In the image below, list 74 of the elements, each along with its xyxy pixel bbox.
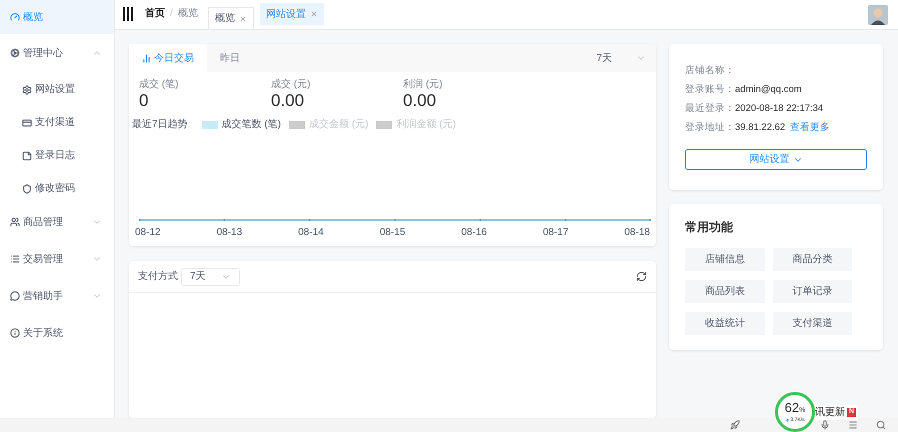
avatar[interactable] (868, 4, 888, 24)
info-icon (10, 328, 20, 338)
axis-label: 08-14 (298, 226, 324, 240)
range-select[interactable]: 7天 (596, 44, 646, 72)
close-icon[interactable] (310, 10, 318, 18)
stat-value: 0 (139, 91, 150, 111)
microphone-icon[interactable] (820, 420, 830, 430)
sidebar-item[interactable]: 商品管理 (0, 205, 114, 239)
gear-icon (22, 84, 32, 94)
page-tab[interactable]: 概览 (208, 7, 254, 29)
sidebar-item[interactable]: 管理中心 (0, 36, 114, 70)
stat-label: 成交 (笔) (139, 79, 180, 91)
breadcrumb-item: 概览 (178, 6, 198, 21)
stat-label: 利润 (元) (403, 79, 444, 91)
card-tab[interactable]: 昨日 (207, 44, 253, 72)
stat-value: 0.00 (271, 91, 306, 111)
info-value: admin@qq.com (735, 83, 802, 98)
shield-icon (22, 184, 32, 194)
rocket-icon[interactable] (730, 420, 740, 430)
quick-action-button[interactable]: 支付渠道 (772, 312, 852, 335)
quick-action-button[interactable]: 商品分类 (772, 248, 852, 271)
legend-swatch[interactable] (376, 120, 392, 128)
card-tab[interactable]: 今日交易 (129, 44, 207, 72)
sidebar-item[interactable]: 关于系统 (0, 316, 114, 350)
search-icon[interactable] (876, 420, 886, 430)
refresh-icon[interactable] (636, 271, 647, 282)
breadcrumb-item[interactable]: 首页 (145, 6, 165, 21)
close-icon[interactable] (238, 14, 247, 22)
gauge-icon (10, 12, 20, 22)
quick-action-button[interactable]: 商品列表 (685, 280, 764, 303)
news-text[interactable]: 讯更新 (815, 405, 845, 420)
sidebar-subitem[interactable]: 支付渠道 (0, 106, 114, 139)
info-value: 2020-08-18 22:17:34 (735, 102, 824, 116)
axis-label: 08-16 (461, 226, 487, 240)
list-icon (10, 254, 20, 264)
note-icon (22, 150, 32, 160)
quick-action-button[interactable]: 订单记录 (772, 280, 852, 303)
upload-arrow-icon (785, 418, 790, 422)
breadcrumb-separator: / (170, 7, 173, 21)
payment-label: 支付方式 (138, 270, 178, 284)
axis-label: 08-12 (135, 226, 161, 240)
sidebar-item[interactable]: 营销助手 (0, 279, 114, 313)
sidebar-subitem[interactable]: 网站设置 (0, 73, 114, 106)
site-settings-button[interactable]: 网站设置 (685, 149, 867, 170)
legend-label[interactable]: 成交笔数 (笔) (222, 117, 282, 132)
bar-chart-icon (142, 54, 151, 62)
info-label: 登录地址： (685, 121, 735, 136)
quick-action-button[interactable]: 店铺信息 (685, 248, 764, 271)
quick-action-button[interactable]: 收益统计 (685, 312, 764, 335)
range-select[interactable]: 7天 (181, 268, 240, 286)
legend-swatch[interactable] (289, 120, 306, 128)
axis-label: 08-17 (542, 226, 568, 240)
axis-label: 08-13 (216, 226, 242, 240)
menu-toggle-icon[interactable] (123, 6, 133, 20)
info-label: 最近登录： (685, 102, 735, 116)
sidebar-item[interactable]: 交易管理 (0, 242, 114, 276)
axis-label: 08-18 (624, 226, 650, 240)
stat-label: 成交 (元) (271, 79, 312, 91)
sidebar-subitem[interactable]: 登录日志 (0, 139, 114, 172)
sidebar-subitem[interactable]: 修改密码 (0, 172, 114, 205)
people-icon (10, 217, 20, 227)
card-title: 常用功能 (685, 219, 734, 236)
card-icon (22, 118, 32, 128)
speech-bubble-icon (10, 291, 20, 301)
info-label: 店铺名称： (685, 64, 735, 78)
menu-icon[interactable] (848, 420, 858, 430)
gears-icon (10, 48, 20, 58)
legend-swatch[interactable] (202, 120, 218, 128)
info-label: 登录账号： (685, 83, 735, 98)
axis-label: 08-15 (380, 226, 406, 240)
info-value: 39.81.22.62 (735, 121, 786, 136)
more-link[interactable]: 查看更多 (790, 121, 830, 136)
stat-value: 0.00 (403, 91, 438, 111)
chart-title: 最近7日趋势 (132, 118, 188, 132)
